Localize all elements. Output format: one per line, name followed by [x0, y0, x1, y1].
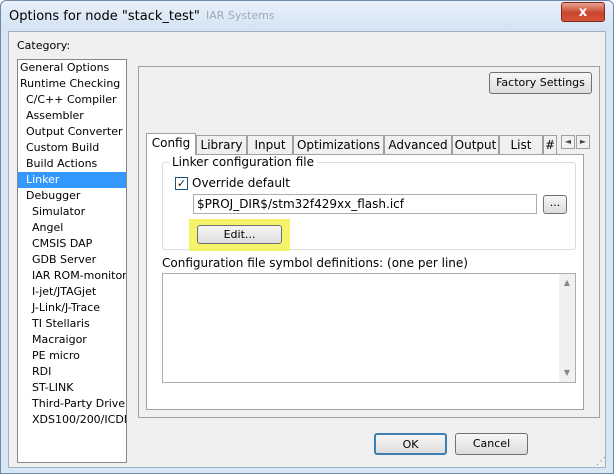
symbol-definitions-scrollbar[interactable]: ▲ ▼ — [559, 274, 575, 382]
category-item-assembler[interactable]: Assembler — [18, 108, 126, 124]
resize-grip-icon[interactable]: ⋰ — [596, 456, 606, 467]
category-item-gdb-server[interactable]: GDB Server — [18, 252, 126, 268]
linker-config-path-field[interactable]: $PROJ_DIR$/stm32f429xx_flash.icf — [193, 194, 537, 214]
category-item-j-link-j-trace[interactable]: J-Link/J-Trace — [18, 300, 126, 316]
tab-scroll-right-icon[interactable]: ► — [576, 135, 590, 149]
tab-more[interactable]: # — [543, 135, 557, 154]
tab-library[interactable]: Library — [196, 135, 247, 154]
ok-button[interactable]: OK — [374, 433, 447, 455]
category-item-rdi[interactable]: RDI — [18, 364, 126, 380]
tab-scroll-left-icon[interactable]: ◄ — [561, 135, 575, 149]
symbol-definitions-label: Configuration file symbol definitions: (… — [162, 256, 468, 270]
tab-config[interactable]: Config — [146, 133, 196, 155]
tab-strip: Config Library Input Optimizations Advan… — [146, 133, 592, 155]
browse-button[interactable]: ... — [543, 195, 567, 214]
cancel-button[interactable]: Cancel — [455, 433, 528, 455]
background-window-title: IAR Systems — [206, 9, 275, 22]
category-item-cmsis-dap[interactable]: CMSIS DAP — [18, 236, 126, 252]
category-item-ti-stellaris[interactable]: TI Stellaris — [18, 316, 126, 332]
category-item-linker[interactable]: Linker — [18, 172, 126, 188]
category-label: Category: — [17, 39, 71, 52]
category-item-i-jet-jtagjet[interactable]: I-jet/JTAGjet — [18, 284, 126, 300]
close-icon: x — [578, 5, 588, 20]
scroll-up-icon[interactable]: ▲ — [559, 276, 575, 290]
edit-button[interactable]: Edit... — [197, 225, 282, 244]
symbol-definitions-textarea[interactable]: ▲ ▼ — [162, 273, 576, 383]
category-item-custom-build[interactable]: Custom Build — [18, 140, 126, 156]
category-item-third-party-driver[interactable]: Third-Party Driver — [18, 396, 126, 412]
tab-list[interactable]: List — [499, 135, 543, 154]
category-list[interactable]: General Options Runtime Checking C/C++ C… — [17, 59, 127, 463]
override-default-label[interactable]: Override default — [192, 176, 290, 190]
title-bar[interactable]: Options for node "stack_test" IAR System… — [1, 1, 613, 31]
tab-input[interactable]: Input — [247, 135, 293, 154]
category-item-debugger[interactable]: Debugger — [18, 188, 126, 204]
category-item-macraigor[interactable]: Macraigor — [18, 332, 126, 348]
category-item-runtime-checking[interactable]: Runtime Checking — [18, 76, 126, 92]
check-mark-icon: ✓ — [176, 177, 187, 190]
category-item-st-link[interactable]: ST-LINK — [18, 380, 126, 396]
category-item-general-options[interactable]: General Options — [18, 60, 126, 76]
linker-config-group-title: Linker configuration file — [169, 155, 317, 169]
category-item-angel[interactable]: Angel — [18, 220, 126, 236]
tab-optimizations[interactable]: Optimizations — [293, 135, 384, 154]
tab-advanced[interactable]: Advanced — [384, 135, 452, 154]
category-item-simulator[interactable]: Simulator — [18, 204, 126, 220]
category-item-iar-rom-monitor[interactable]: IAR ROM-monitor — [18, 268, 126, 284]
category-item-xds100[interactable]: XDS100/200/ICDI — [18, 412, 126, 428]
factory-settings-button[interactable]: Factory Settings — [489, 72, 592, 94]
override-default-checkbox[interactable]: ✓ — [175, 177, 188, 190]
scroll-down-icon[interactable]: ▼ — [559, 366, 575, 380]
close-button[interactable]: x — [561, 2, 605, 22]
category-item-build-actions[interactable]: Build Actions — [18, 156, 126, 172]
category-item-output-converter[interactable]: Output Converter — [18, 124, 126, 140]
category-item-pe-micro[interactable]: PE micro — [18, 348, 126, 364]
window-title: Options for node "stack_test" — [9, 9, 200, 24]
category-item-c-cpp-compiler[interactable]: C/C++ Compiler — [18, 92, 126, 108]
tab-output[interactable]: Output — [452, 135, 499, 154]
